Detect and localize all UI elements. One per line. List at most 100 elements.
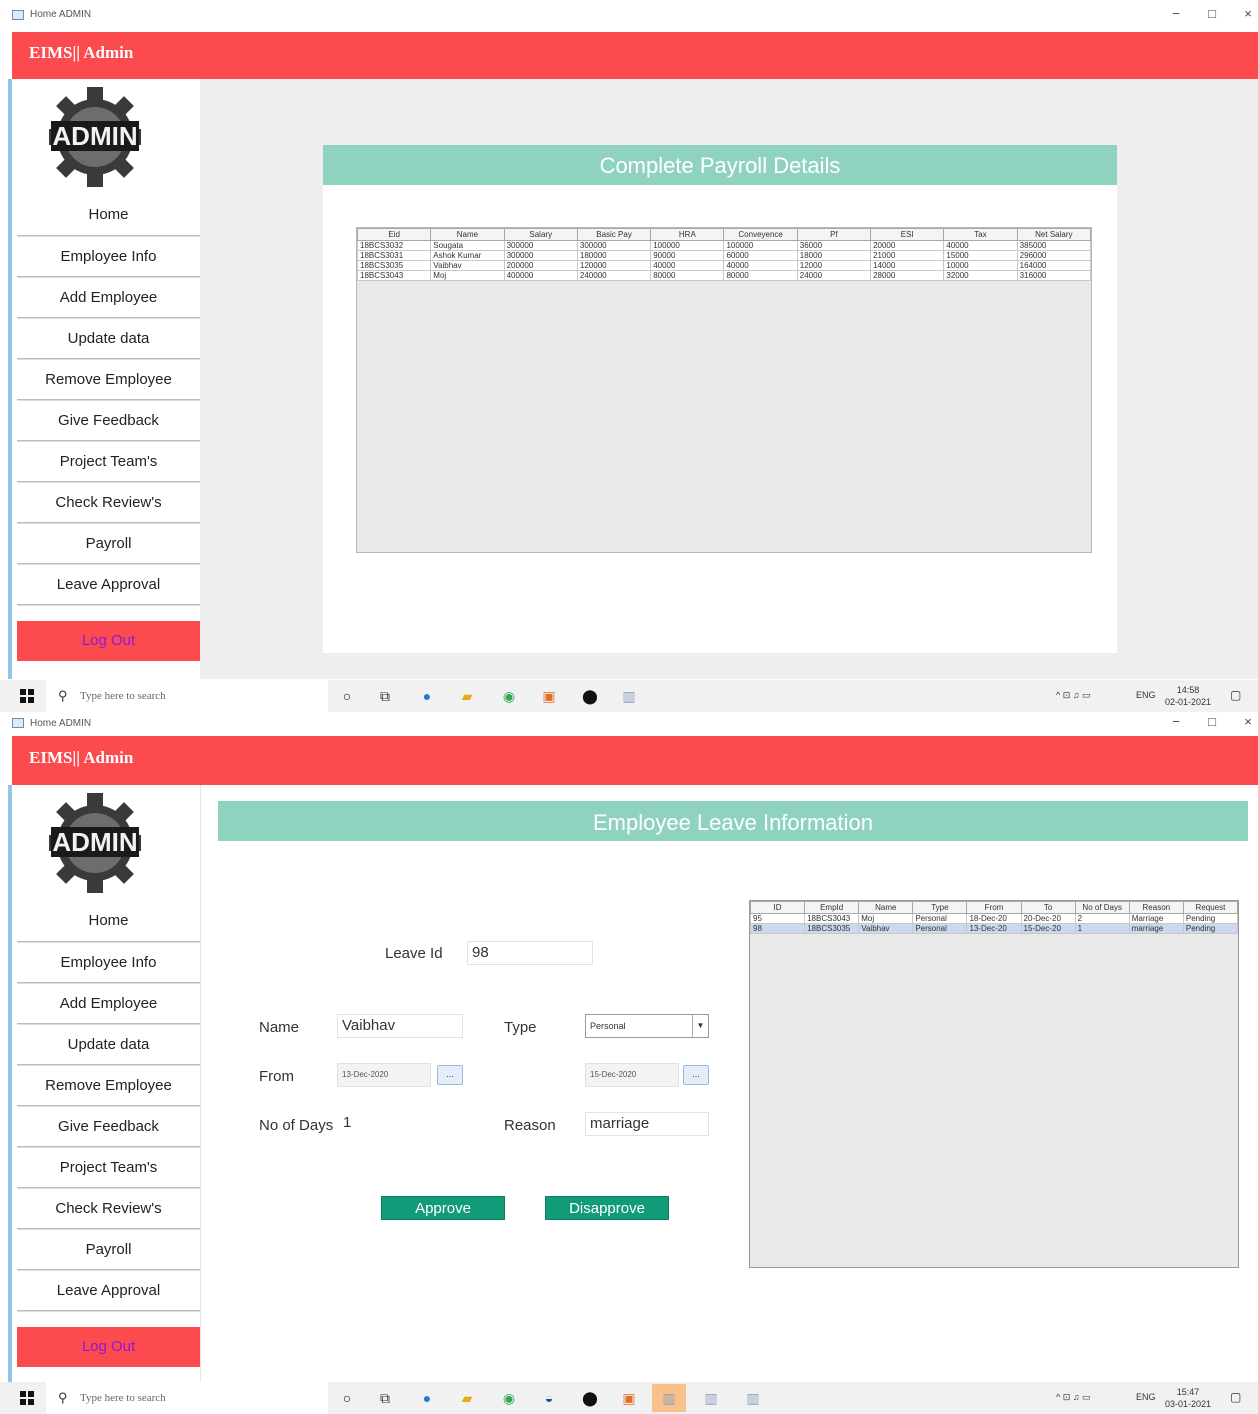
column-header[interactable]: Pf — [796, 228, 872, 241]
table-cell[interactable]: Personal — [912, 923, 968, 934]
name-field[interactable]: Vaibhav — [337, 1014, 463, 1038]
sidebar-item-home[interactable]: Home — [17, 195, 200, 235]
task-view-icon[interactable]: ⧉ — [376, 1389, 394, 1407]
approve-button[interactable]: Approve — [381, 1196, 505, 1220]
close-button[interactable]: × — [1238, 714, 1258, 729]
table-cell[interactable]: 300000 — [503, 240, 578, 251]
java-taskbar-icon[interactable]: ▥ — [620, 687, 638, 705]
table-cell[interactable]: 18BCS3043 — [356, 270, 432, 281]
table-cell[interactable]: Vaibhav — [430, 260, 505, 271]
sidebar-item-remove-employee[interactable]: Remove Employee — [17, 1065, 200, 1105]
table-row[interactable]: 18BCS3032 Sougata 300000 300000 100000 1… — [356, 240, 1092, 251]
column-header[interactable]: Name — [430, 228, 505, 241]
edge-icon[interactable]: ● — [418, 1389, 436, 1407]
table-cell[interactable]: 18000 — [796, 250, 872, 261]
table-cell[interactable]: 200000 — [503, 260, 578, 271]
table-cell[interactable]: 24000 — [796, 270, 872, 281]
table-cell[interactable]: Pending — [1182, 923, 1239, 934]
table-cell[interactable]: 400000 — [503, 270, 578, 281]
table-cell[interactable]: 95 — [749, 913, 806, 924]
sidebar-item-payroll[interactable]: Payroll — [17, 523, 200, 563]
table-cell[interactable]: 28000 — [870, 270, 945, 281]
to-date-field[interactable]: 15-Dec-2020 — [585, 1063, 679, 1087]
close-button[interactable]: × — [1238, 6, 1258, 21]
column-header[interactable]: Name — [858, 901, 914, 914]
chrome-icon[interactable]: ◉ — [500, 687, 518, 705]
table-cell[interactable]: 240000 — [576, 270, 652, 281]
table-cell[interactable]: 10000 — [943, 260, 1018, 271]
sidebar-item-leave-approval[interactable]: Leave Approval — [17, 1270, 200, 1310]
file-explorer-icon[interactable]: ▰ — [458, 687, 476, 705]
sidebar-item-add-employee[interactable]: Add Employee — [17, 277, 200, 317]
table-cell[interactable]: 80000 — [723, 270, 798, 281]
tray-language[interactable]: ENG — [1136, 1392, 1156, 1402]
edge-icon[interactable]: ● — [418, 687, 436, 705]
table-cell[interactable]: 296000 — [1016, 250, 1092, 261]
from-date-picker-button[interactable]: ... — [437, 1065, 463, 1085]
table-cell[interactable]: Personal — [912, 913, 968, 924]
table-cell[interactable]: 18BCS3043 — [804, 913, 860, 924]
table-cell[interactable]: 18BCS3032 — [356, 240, 432, 251]
windows-start-icon[interactable] — [20, 1391, 34, 1405]
leave-table-scrollpane[interactable]: ID EmpId Name Type From To No of Days Re… — [749, 900, 1239, 1268]
app-icon[interactable]: ▣ — [540, 687, 558, 705]
chevron-down-icon[interactable]: ▼ — [692, 1015, 708, 1037]
table-cell[interactable]: 385000 — [1016, 240, 1092, 251]
table-cell[interactable]: 40000 — [943, 240, 1018, 251]
disapprove-button[interactable]: Disapprove — [545, 1196, 669, 1220]
java-taskbar-icon[interactable]: ▥ — [702, 1389, 720, 1407]
table-cell[interactable]: Moj — [430, 270, 505, 281]
table-cell[interactable]: 18-Dec-20 — [966, 913, 1022, 924]
table-row-selected[interactable]: 98 18BCS3035 Vaibhav Personal 13-Dec-20 … — [749, 923, 1239, 934]
table-row[interactable]: 95 18BCS3043 Moj Personal 18-Dec-20 20-D… — [749, 913, 1239, 924]
table-cell[interactable]: 20000 — [870, 240, 945, 251]
column-header[interactable]: Net Salary — [1016, 228, 1092, 241]
sidebar-item-employee-info[interactable]: Employee Info — [17, 236, 200, 276]
tray-icons[interactable]: ^ ⊡ ♫ ▭ — [1056, 1392, 1091, 1403]
column-header[interactable]: Conveyence — [723, 228, 798, 241]
table-cell[interactable]: 100000 — [650, 240, 725, 251]
sidebar-item-home[interactable]: Home — [17, 901, 200, 941]
sidebar-item-add-employee[interactable]: Add Employee — [17, 983, 200, 1023]
table-cell[interactable]: 18BCS3031 — [356, 250, 432, 261]
column-header[interactable]: ID — [749, 901, 806, 914]
windows-start-icon[interactable] — [20, 689, 34, 703]
column-header[interactable]: To — [1020, 901, 1076, 914]
table-cell[interactable]: 21000 — [870, 250, 945, 261]
media-icon[interactable]: ⬤ — [581, 1389, 599, 1407]
table-cell[interactable]: Pending — [1182, 913, 1239, 924]
payroll-table-scrollpane[interactable]: Eid Name Salary Basic Pay HRA Conveyence… — [356, 227, 1092, 553]
days-field[interactable]: 1 — [337, 1112, 463, 1136]
column-header[interactable]: ESI — [870, 228, 945, 241]
file-explorer-icon[interactable]: ▰ — [458, 1389, 476, 1407]
table-cell[interactable]: 120000 — [576, 260, 652, 271]
table-cell[interactable]: Sougata — [430, 240, 505, 251]
table-cell[interactable]: 32000 — [943, 270, 1018, 281]
table-row[interactable]: 18BCS3035 Vaibhav 200000 120000 40000 40… — [356, 260, 1092, 271]
table-cell[interactable]: 18BCS3035 — [356, 260, 432, 271]
table-cell[interactable]: 98 — [749, 923, 806, 934]
leave-table[interactable]: ID EmpId Name Type From To No of Days Re… — [749, 901, 1239, 934]
table-cell[interactable]: 180000 — [576, 250, 652, 261]
task-view-icon[interactable]: ⧉ — [376, 687, 394, 705]
chrome-icon[interactable]: ◉ — [500, 1389, 518, 1407]
sidebar-item-employee-info[interactable]: Employee Info — [17, 942, 200, 982]
taskbar-clock[interactable]: 14:58 02-01-2021 — [1162, 684, 1214, 708]
table-cell[interactable]: 1 — [1074, 923, 1130, 934]
table-cell[interactable]: 13-Dec-20 — [966, 923, 1022, 934]
table-cell[interactable]: 20-Dec-20 — [1020, 913, 1076, 924]
from-date-field[interactable]: 13-Dec-2020 — [337, 1063, 431, 1087]
tray-language[interactable]: ENG — [1136, 690, 1156, 700]
column-header[interactable]: Tax — [943, 228, 1018, 241]
sidebar-item-update-data[interactable]: Update data — [17, 318, 200, 358]
sidebar-item-project-teams[interactable]: Project Team's — [17, 441, 200, 481]
table-cell[interactable]: 100000 — [723, 240, 798, 251]
sidebar-item-project-teams[interactable]: Project Team's — [17, 1147, 200, 1187]
minimize-button[interactable]: − — [1166, 714, 1186, 729]
sidebar-item-update-data[interactable]: Update data — [17, 1024, 200, 1064]
logout-button[interactable]: Log Out — [17, 621, 200, 661]
sidebar-item-give-feedback[interactable]: Give Feedback — [17, 400, 200, 440]
table-cell[interactable]: 14000 — [870, 260, 945, 271]
table-cell[interactable]: 15-Dec-20 — [1020, 923, 1076, 934]
taskbar-search[interactable]: ⚲ Type here to search — [46, 1382, 328, 1414]
